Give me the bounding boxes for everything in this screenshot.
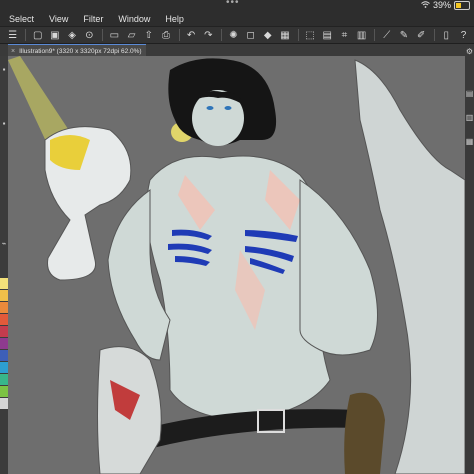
color-swatch[interactable] bbox=[0, 398, 8, 409]
color-swatch[interactable] bbox=[0, 326, 8, 337]
tool-icon[interactable]: ▪ bbox=[0, 116, 8, 130]
pen-icon[interactable]: ✎ bbox=[397, 28, 410, 42]
wifi-icon bbox=[421, 0, 430, 10]
multitask-dots[interactable]: ••• bbox=[226, 0, 240, 8]
command-bar: ☰ ▢ ▣ ◈ ⊙ ▭ ▱ ⇧ ⎙ ↶ ↷ ✺ ◻ ◆ ▦ ⬚ ▤ ⌗ ▥ ⟋ … bbox=[0, 26, 474, 44]
print-icon[interactable]: ⎙ bbox=[159, 28, 172, 42]
status-right: 39% bbox=[421, 0, 470, 10]
toolbar-divider bbox=[178, 29, 180, 41]
canvas-icon[interactable]: ▣ bbox=[48, 28, 61, 42]
battery-percent: 39% bbox=[432, 0, 451, 10]
toolbar-divider bbox=[374, 29, 376, 41]
menu-view[interactable]: View bbox=[40, 14, 74, 24]
grid-icon[interactable]: ▥ bbox=[355, 28, 368, 42]
color-swatch[interactable] bbox=[0, 290, 8, 301]
new-file-icon[interactable]: ▢ bbox=[31, 28, 44, 42]
transform-icon[interactable]: ◻ bbox=[244, 28, 257, 42]
crop-icon[interactable]: ⌗ bbox=[338, 28, 351, 42]
open-icon[interactable]: ▭ bbox=[108, 28, 121, 42]
color-swatch[interactable] bbox=[0, 314, 8, 325]
close-icon[interactable]: × bbox=[11, 48, 15, 55]
layers-icon[interactable]: ▤ bbox=[465, 86, 474, 100]
menu-window[interactable]: Window bbox=[109, 14, 156, 24]
fill-icon[interactable]: ◆ bbox=[261, 28, 274, 42]
menu-filter[interactable]: Filter bbox=[74, 14, 109, 24]
export-icon[interactable]: ⊙ bbox=[83, 28, 96, 42]
tool-icon[interactable]: ▪ bbox=[0, 62, 8, 76]
menu-icon[interactable]: ☰ bbox=[6, 28, 19, 42]
toolbar-divider bbox=[297, 29, 299, 41]
redo-icon[interactable]: ↷ bbox=[202, 28, 215, 42]
menu-bar: Select View Filter Window Help bbox=[0, 12, 474, 26]
battery-icon bbox=[454, 0, 470, 10]
color-swatch[interactable] bbox=[0, 302, 8, 313]
color-swatch[interactable] bbox=[0, 350, 8, 361]
toolbar-divider bbox=[220, 29, 222, 41]
color-swatch[interactable] bbox=[0, 362, 8, 373]
upload-icon[interactable]: ⇧ bbox=[142, 28, 155, 42]
brush-icon[interactable]: ✐ bbox=[415, 28, 428, 42]
menu-help[interactable]: Help bbox=[156, 14, 190, 24]
layer-icon[interactable]: ▥ bbox=[465, 110, 474, 124]
toolbar-divider bbox=[433, 29, 435, 41]
help-icon[interactable]: ? bbox=[457, 28, 470, 42]
layer-icon[interactable]: ▦ bbox=[465, 134, 474, 148]
deselect-icon[interactable]: ▤ bbox=[321, 28, 334, 42]
illustration-artwork bbox=[8, 56, 465, 474]
right-panel: ⚙ ▤ ▥ ▦ bbox=[465, 44, 474, 474]
eyedropper-icon[interactable]: ⌁ bbox=[0, 236, 8, 250]
toolbar-divider bbox=[101, 29, 103, 41]
tab-title: Illustration9* (3320 x 3320px 72dpi 62.0… bbox=[19, 47, 142, 55]
grid-icon[interactable]: ▦ bbox=[278, 28, 291, 42]
color-swatch[interactable] bbox=[0, 278, 8, 289]
settings-icon[interactable]: ✺ bbox=[227, 28, 240, 42]
menu-select[interactable]: Select bbox=[0, 14, 40, 24]
color-swatch[interactable] bbox=[0, 338, 8, 349]
save-icon[interactable]: ◈ bbox=[66, 28, 79, 42]
folder-icon[interactable]: ▱ bbox=[125, 28, 138, 42]
document-tab-bar: × Illustration9* (3320 x 3320px 72dpi 62… bbox=[0, 44, 474, 57]
toolbar-divider bbox=[25, 29, 27, 41]
status-bar: ••• 39% bbox=[0, 0, 474, 12]
drawing-canvas[interactable] bbox=[8, 56, 465, 474]
select-all-icon[interactable]: ⬚ bbox=[304, 28, 317, 42]
settings-icon[interactable]: ⚙ bbox=[465, 44, 474, 58]
color-swatch[interactable] bbox=[0, 374, 8, 385]
undo-icon[interactable]: ↶ bbox=[185, 28, 198, 42]
ruler-icon[interactable]: ⟋ bbox=[380, 28, 393, 42]
color-swatch[interactable] bbox=[0, 386, 8, 397]
left-panel: ▪ ▪ ⌁ bbox=[0, 56, 8, 474]
layer-icon[interactable]: ▯ bbox=[440, 28, 453, 42]
